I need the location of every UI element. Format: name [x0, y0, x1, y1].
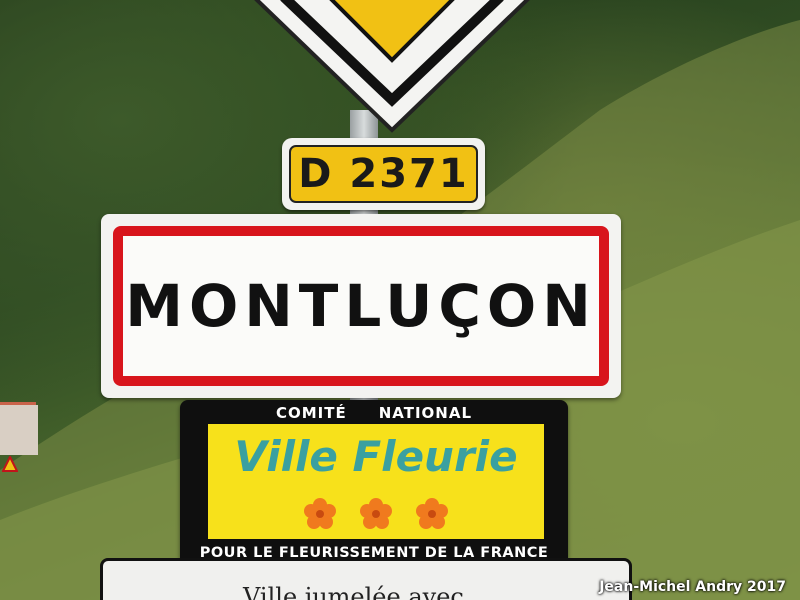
fleurie-title: Ville Fleurie: [234, 432, 518, 481]
fleurie-panel: Ville Fleurie: [208, 424, 544, 539]
flower-rating: [208, 497, 544, 531]
flower-icon: [304, 498, 336, 529]
distant-house: [0, 405, 38, 455]
town-entry-sign: MONTLUÇON: [101, 214, 621, 398]
town-name: MONTLUÇON: [125, 272, 597, 340]
fleurie-top-left: COMITÉ: [275, 404, 347, 422]
twinning-sign-text: Ville jumelée avec: [243, 583, 464, 600]
town-sign-border: MONTLUÇON: [113, 226, 609, 386]
fleurie-top-right: NATIONAL: [378, 404, 473, 422]
ville-fleurie-sign: COMITÉ NATIONAL Ville Fleurie POUR LE FL…: [180, 400, 568, 566]
warning-sign-icon: [2, 456, 18, 472]
twinning-sign: Ville jumelée avec: [100, 558, 632, 600]
photo-credit: Jean-Michel Andry 2017: [599, 579, 786, 595]
road-number-panel: D 2371: [289, 145, 478, 203]
photo-scene: D 2371 MONTLUÇON COMITÉ NATIONAL Ville F…: [0, 0, 800, 600]
flower-icon: [360, 498, 392, 529]
road-number-plate: D 2371: [282, 138, 485, 210]
flower-icon: [416, 498, 448, 529]
priority-road-sign-icon: [254, 0, 530, 133]
fleurie-committee-label: COMITÉ NATIONAL: [180, 404, 568, 422]
road-number: D 2371: [298, 151, 469, 197]
